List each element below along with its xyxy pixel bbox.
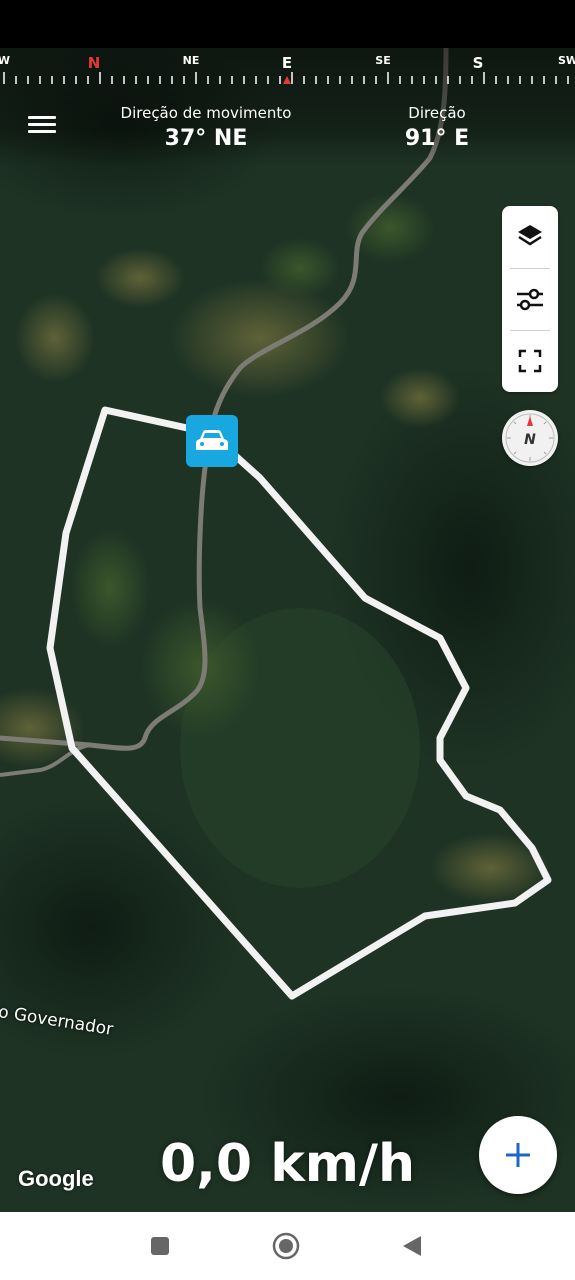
- compass-n-letter: N: [524, 432, 536, 448]
- back-button[interactable]: [398, 1232, 426, 1260]
- fullscreen-icon: [518, 349, 542, 373]
- compass-letter-n: N: [87, 54, 101, 72]
- recents-icon: [151, 1237, 169, 1255]
- heading-direction: Direção 91° E: [387, 104, 487, 151]
- compass-letter-ne: NE: [182, 54, 200, 67]
- vehicle-marker[interactable]: [186, 415, 238, 467]
- heading-bar: W N NE E SE S SW Direção de movimento 37…: [0, 48, 575, 166]
- plus-icon: [506, 1143, 530, 1167]
- back-icon: [403, 1236, 421, 1256]
- layers-icon: [518, 225, 542, 246]
- heading-direction-value: 91° E: [404, 126, 470, 151]
- compass-letter-sw: SW: [557, 54, 575, 67]
- status-bar: [0, 0, 575, 48]
- app-root: o Governador Google 0,0 km/h W N NE E SE…: [0, 0, 575, 1280]
- movement-direction: Direção de movimento 37° NE: [108, 104, 304, 151]
- filters-button[interactable]: [502, 269, 558, 329]
- menu-button[interactable]: [24, 112, 60, 140]
- compass-button[interactable]: N: [502, 410, 558, 466]
- compass-letter-e: E: [281, 54, 293, 72]
- satellite-imagery: [0, 48, 575, 1212]
- movement-direction-label: Direção de movimento: [120, 104, 292, 122]
- car-icon: [196, 430, 228, 450]
- system-nav-bar: [0, 1212, 575, 1280]
- compass-letter-s: S: [472, 54, 484, 72]
- recents-button[interactable]: [146, 1232, 174, 1260]
- add-button[interactable]: [479, 1116, 557, 1194]
- home-button[interactable]: [272, 1232, 300, 1260]
- compass-letter-w: W: [0, 54, 11, 67]
- layers-button[interactable]: [502, 206, 558, 266]
- satellite-map[interactable]: o Governador Google 0,0 km/h: [0, 48, 575, 1212]
- sliders-icon: [517, 288, 543, 311]
- compass-icon: N: [505, 413, 555, 463]
- map-controls: [502, 206, 558, 392]
- fullscreen-button[interactable]: [502, 331, 558, 391]
- heading-direction-label: Direção: [408, 104, 466, 122]
- home-icon: [272, 1232, 300, 1260]
- movement-direction-value: 37° NE: [164, 126, 248, 151]
- compass-letter-se: SE: [375, 54, 391, 67]
- heading-indicator: [283, 76, 291, 84]
